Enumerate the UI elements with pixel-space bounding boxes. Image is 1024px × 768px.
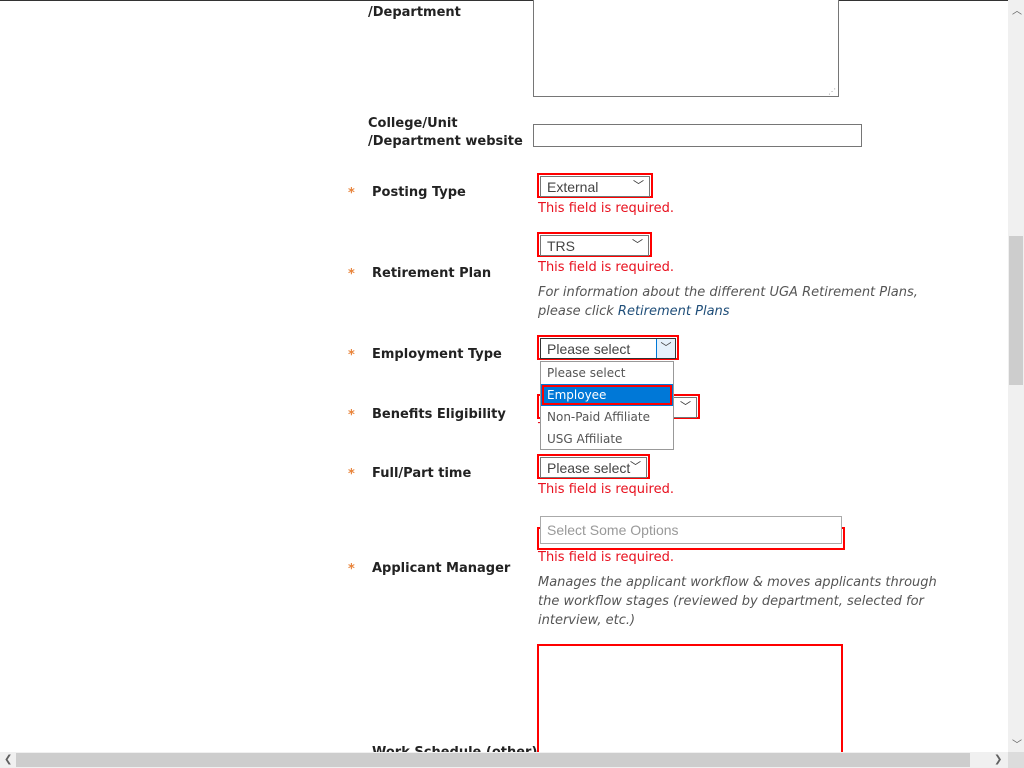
employment-type-select[interactable]: Please select ﹀ — [540, 338, 676, 359]
posting-type-error: This field is required. — [538, 201, 674, 216]
chevron-down-icon[interactable]: ﹀ — [656, 339, 675, 358]
retirement-plan-select[interactable]: TRS ﹀ — [540, 235, 649, 256]
full-part-time-value: Please select — [547, 460, 631, 476]
chevron-down-icon: ﹀ — [632, 239, 643, 251]
option-usg-affiliate[interactable]: USG Affiliate — [541, 428, 673, 450]
full-part-time-label: Full/Part time — [372, 466, 472, 481]
required-star: * — [348, 467, 355, 482]
scroll-right-icon[interactable]: ❯ — [994, 754, 1002, 765]
scroll-left-icon[interactable]: ❮ — [4, 754, 12, 765]
posting-type-select[interactable]: External ﹀ — [540, 176, 650, 197]
posting-type-label: Posting Type — [372, 185, 466, 200]
chevron-down-icon: ﹀ — [680, 401, 691, 413]
website-input[interactable] — [533, 124, 862, 147]
employment-type-dropdown[interactable]: Please select Employee Non-Paid Affiliat… — [540, 361, 674, 450]
applicant-manager-label: Applicant Manager — [372, 561, 511, 576]
website-label: College/Unit /Department website — [368, 115, 523, 151]
employment-type-label: Employment Type — [372, 347, 502, 362]
required-star: * — [348, 348, 355, 363]
retirement-plan-error: This field is required. — [538, 260, 674, 275]
scroll-down-icon[interactable]: ﹀ — [1012, 736, 1022, 751]
scroll-up-icon[interactable]: ︿ — [1012, 2, 1022, 17]
work-schedule-textarea[interactable] — [537, 644, 843, 764]
resize-grip-icon[interactable]: ⋰ — [828, 87, 836, 96]
full-part-time-select[interactable]: Please select ﹀ — [540, 457, 647, 478]
applicant-manager-help: Manages the applicant workflow & moves a… — [538, 575, 937, 628]
applicant-manager-multiselect[interactable]: Select Some Options — [540, 516, 842, 544]
retirement-plan-help: For information about the different UGA … — [538, 283, 948, 321]
retirement-plan-label: Retirement Plan — [372, 266, 492, 281]
page-top-border — [0, 0, 1008, 1]
required-star: * — [348, 186, 355, 201]
applicant-manager-error: This field is required. — [538, 550, 674, 565]
horizontal-scrollbar[interactable]: ❮ ❯ — [0, 752, 1008, 768]
scrollbar-corner — [1008, 752, 1024, 768]
retirement-plans-link[interactable]: Retirement Plans — [618, 304, 730, 319]
chevron-down-icon: ﹀ — [633, 180, 644, 192]
vertical-scroll-thumb[interactable] — [1009, 236, 1023, 385]
option-please-select[interactable]: Please select — [541, 362, 673, 384]
vertical-scrollbar[interactable]: ︿ ﹀ — [1008, 0, 1024, 752]
option-employee[interactable]: Employee — [541, 384, 673, 406]
required-star: * — [348, 562, 355, 577]
required-star: * — [348, 408, 355, 423]
option-non-paid-affiliate[interactable]: Non-Paid Affiliate — [541, 406, 673, 428]
website-label-line2: /Department website — [368, 134, 523, 149]
horizontal-scroll-thumb[interactable] — [16, 753, 970, 767]
retirement-plan-value: TRS — [547, 238, 575, 254]
department-textarea[interactable]: ⋰ — [533, 0, 839, 97]
full-part-time-error: This field is required. — [538, 482, 674, 497]
employment-type-value: Please select — [547, 341, 631, 357]
required-star: * — [348, 267, 355, 282]
chevron-down-icon: ﹀ — [630, 461, 641, 473]
posting-type-value: External — [547, 179, 599, 195]
department-label: /Department — [368, 5, 461, 20]
website-label-line1: College/Unit — [368, 116, 458, 131]
benefits-eligibility-label: Benefits Eligibility — [372, 407, 506, 422]
